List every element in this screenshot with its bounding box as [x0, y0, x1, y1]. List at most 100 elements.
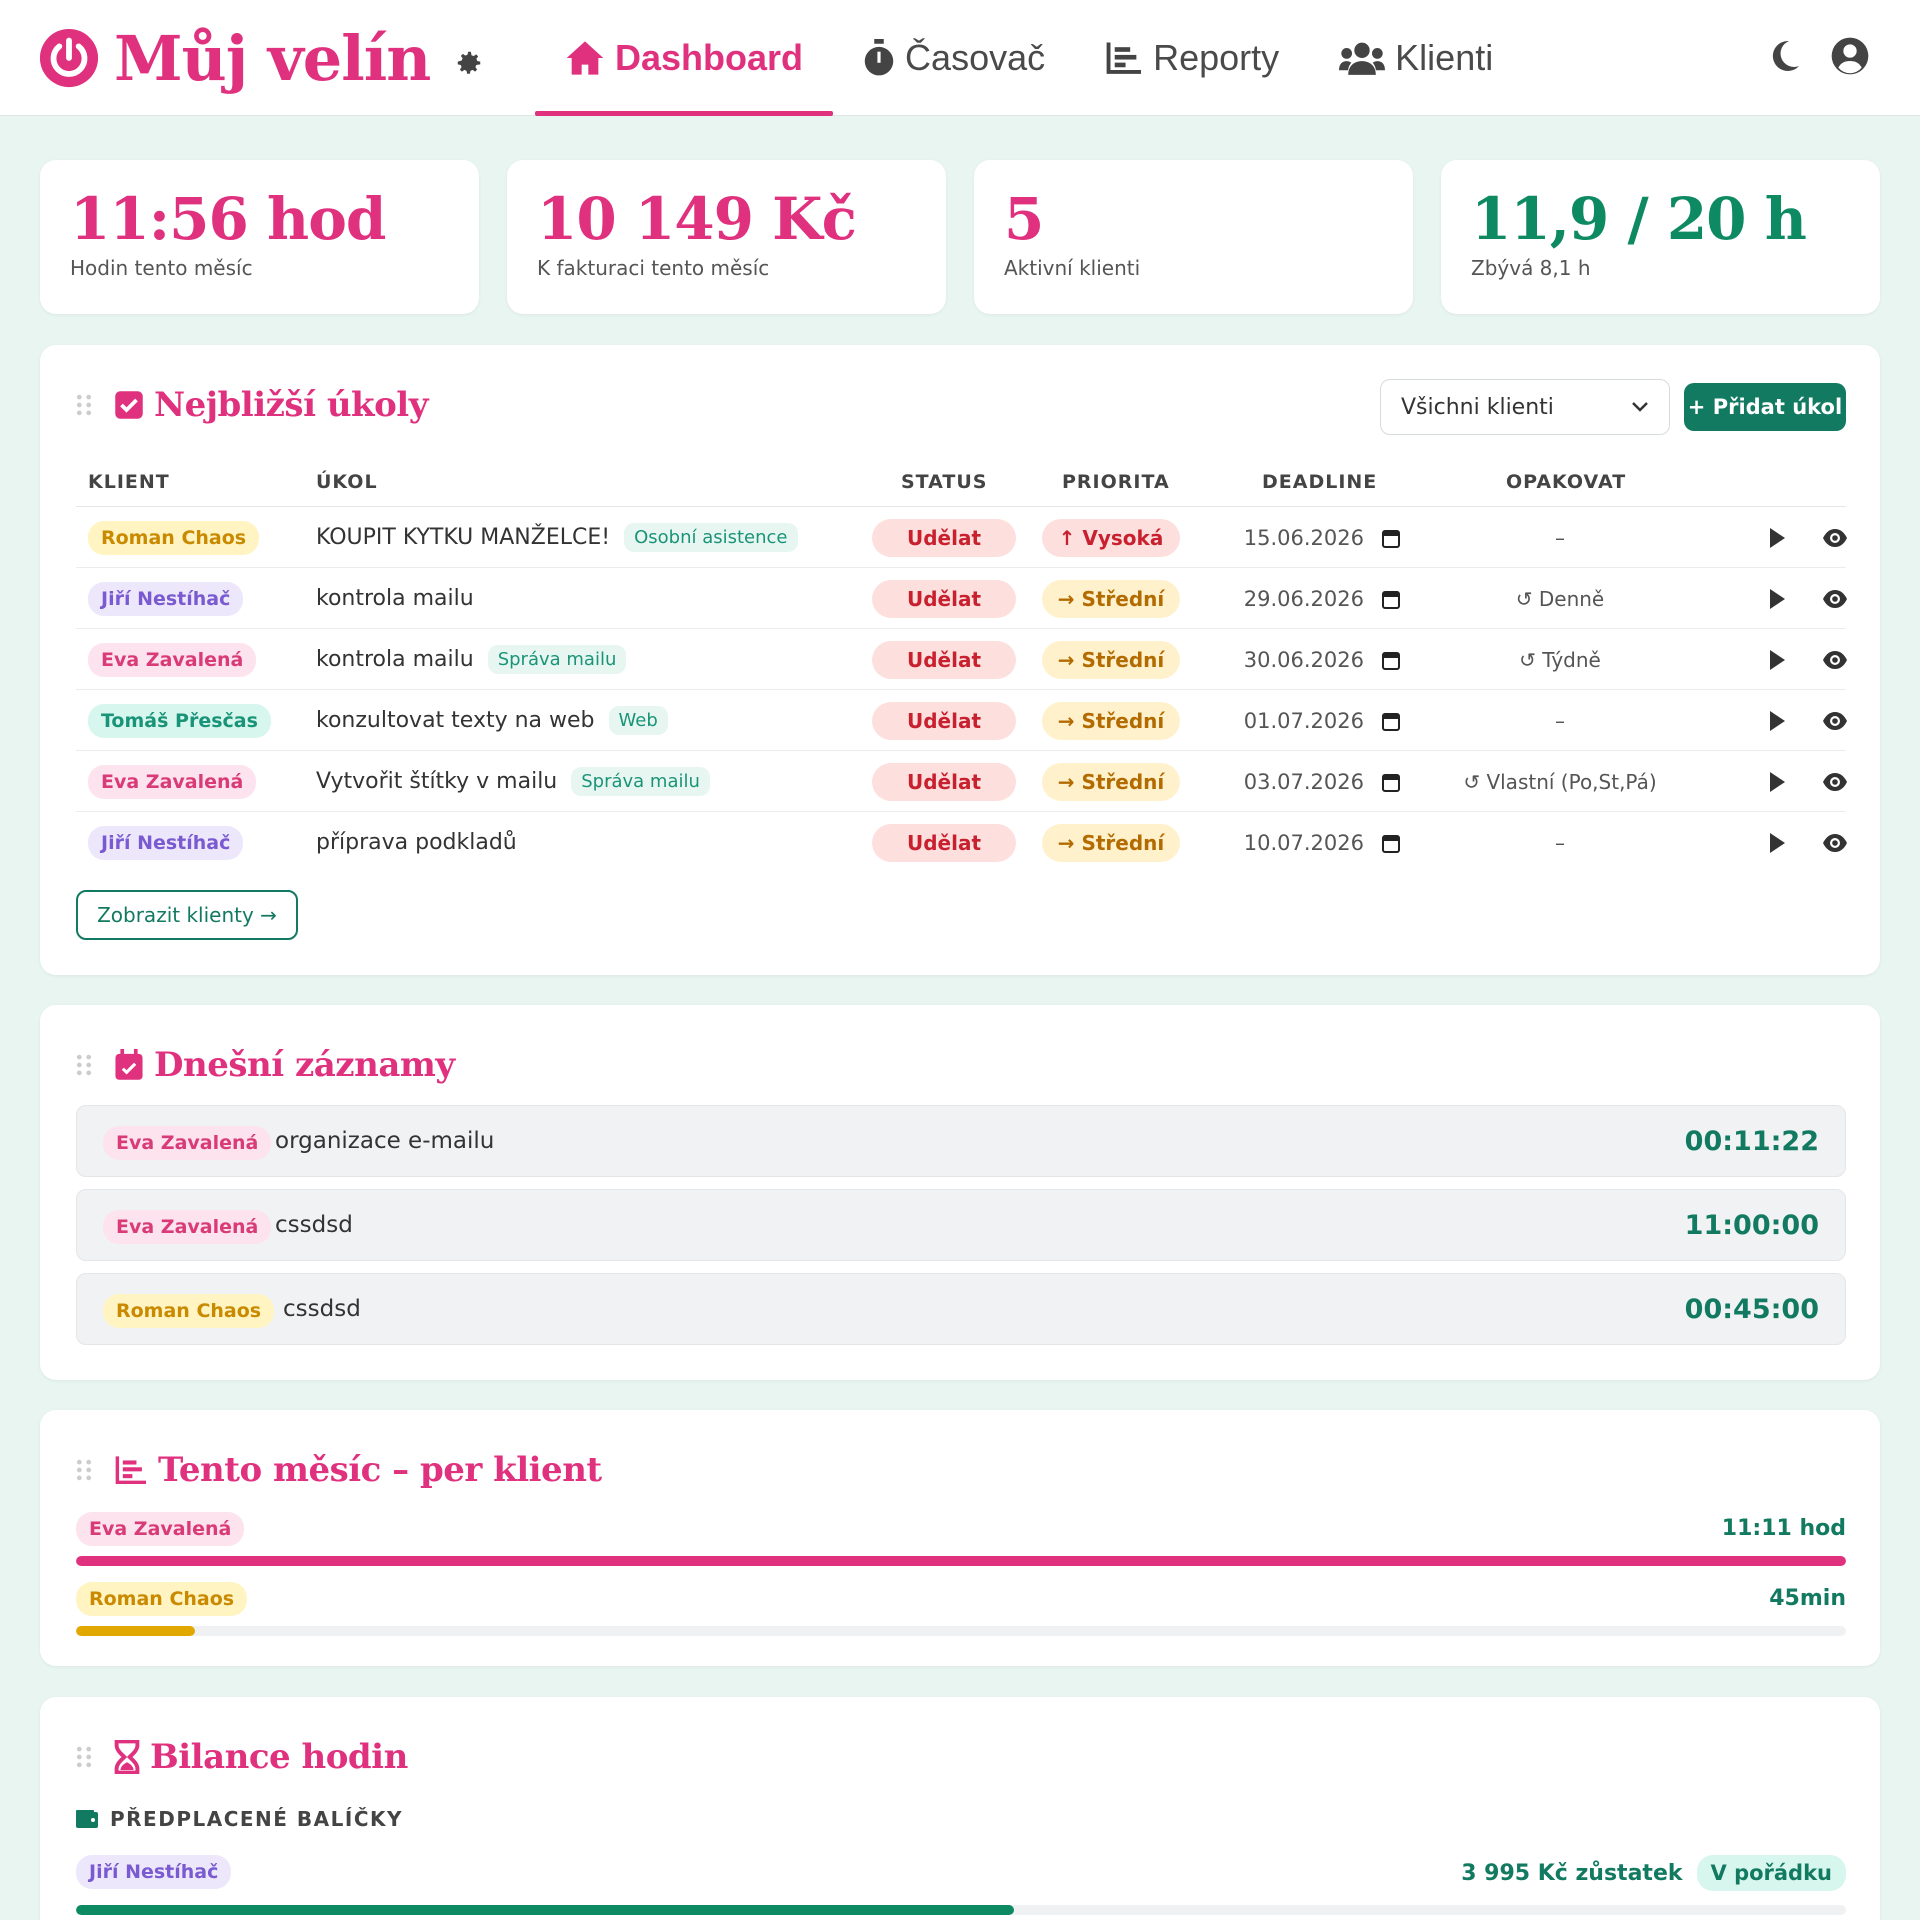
- entry-description: cssdsd: [275, 1212, 353, 1238]
- calendar-icon[interactable]: [1382, 711, 1400, 731]
- progress-fill: [76, 1905, 1015, 1915]
- wallet-icon: [76, 1810, 98, 1828]
- priority-badge[interactable]: → Střední: [1042, 579, 1180, 618]
- task-cell: kontrola mailu: [316, 568, 474, 629]
- task-name[interactable]: Vytvořit štítky v mailu: [316, 769, 557, 794]
- table-row[interactable]: Eva Zavalená Vytvořit štítky v mailu Správ…: [76, 751, 1848, 812]
- drag-handle-icon[interactable]: [76, 1459, 92, 1481]
- task-name[interactable]: konzultovat texty na web: [316, 708, 595, 733]
- time-entry[interactable]: Eva Zavalená organizace e-mailu 00:11:22: [76, 1105, 1846, 1177]
- table-row[interactable]: Eva Zavalená kontrola mailu Správa mailu Ud…: [76, 629, 1848, 690]
- task-name[interactable]: kontrola mailu: [316, 647, 474, 672]
- play-icon[interactable]: [1768, 710, 1786, 732]
- add-task-button[interactable]: + Přidat úkol: [1684, 383, 1846, 431]
- calendar-icon[interactable]: [1382, 650, 1400, 670]
- deadline-date: 29.06.2026: [1243, 586, 1364, 611]
- drag-handle-icon[interactable]: [76, 394, 92, 416]
- repeat-text: ↺ Týdně: [1519, 647, 1601, 672]
- table-row[interactable]: Jiří Nestíhač kontrola mailu Udělat → Střed…: [76, 568, 1848, 629]
- drag-handle-icon[interactable]: [76, 1746, 92, 1768]
- panel-title: Nejbližší úkoly: [154, 385, 428, 425]
- status-badge: V pořádku: [1696, 1855, 1846, 1891]
- calendar-icon[interactable]: [1382, 528, 1400, 548]
- month-panel: Tento měsíc – per klient Eva Zavalená 11:…: [40, 1410, 1880, 1666]
- progress-track: [76, 1556, 1846, 1566]
- play-icon[interactable]: [1768, 832, 1786, 854]
- client-badge[interactable]: Jiří Nestíhač: [88, 825, 244, 860]
- client-badge[interactable]: Jiří Nestíhač: [88, 581, 244, 616]
- priority-cell: → Střední: [1042, 568, 1180, 629]
- priority-cell: → Střední: [1042, 812, 1180, 873]
- priority-badge[interactable]: ↑ Vysoká: [1042, 518, 1180, 557]
- brand[interactable]: Můj velín: [38, 22, 484, 95]
- panel-header: Dnešní záznamy: [76, 1043, 455, 1087]
- status-badge[interactable]: Udělat: [872, 579, 1016, 618]
- drag-handle-icon[interactable]: [76, 1054, 92, 1076]
- client-badge[interactable]: Eva Zavalená: [88, 642, 257, 677]
- status-badge[interactable]: Udělat: [872, 701, 1016, 740]
- time-entry[interactable]: Roman Chaos cssdsd 00:45:00: [76, 1273, 1846, 1345]
- priority-badge[interactable]: → Střední: [1042, 762, 1180, 801]
- nav-clients[interactable]: Klienti: [1309, 0, 1523, 116]
- task-name[interactable]: KOUPIT KYTKU MANŽELCE!: [316, 525, 610, 550]
- deadline-date: 03.07.2026: [1243, 769, 1364, 794]
- client-filter-select[interactable]: Všichni klienti: [1380, 379, 1670, 435]
- client-badge: Roman Chaos: [76, 1582, 248, 1616]
- status-cell: Udělat: [872, 568, 1016, 629]
- power-icon: [39, 28, 99, 88]
- eye-icon[interactable]: [1822, 711, 1848, 731]
- status-badge[interactable]: Udělat: [872, 823, 1016, 862]
- gear-icon[interactable]: [454, 48, 484, 78]
- eye-icon[interactable]: [1822, 833, 1848, 853]
- task-name[interactable]: příprava podkladů: [316, 830, 517, 855]
- table-row[interactable]: Roman Chaos KOUPIT KYTKU MANŽELCE! Osobní …: [76, 507, 1848, 568]
- client-badge: Eva Zavalená: [103, 1126, 272, 1160]
- status-badge[interactable]: Udělat: [872, 518, 1016, 557]
- nav-dashboard[interactable]: Dashboard: [535, 0, 834, 116]
- home-icon: [566, 41, 604, 75]
- eye-icon[interactable]: [1822, 650, 1848, 670]
- play-icon[interactable]: [1768, 771, 1786, 793]
- task-cell: Vytvořit štítky v mailu Správa mailu: [316, 751, 710, 812]
- task-tag: Správa mailu: [571, 767, 710, 796]
- entry-duration: 00:11:22: [1684, 1126, 1819, 1157]
- deadline-date: 30.06.2026: [1243, 647, 1364, 672]
- dark-mode-toggle[interactable]: [1764, 36, 1804, 76]
- calendar-icon[interactable]: [1382, 833, 1400, 853]
- priority-badge[interactable]: → Střední: [1042, 701, 1180, 740]
- show-clients-button[interactable]: Zobrazit klienty →: [76, 890, 298, 940]
- stat-card-hours: 11:56 hod Hodin tento měsíc: [40, 160, 479, 314]
- eye-icon[interactable]: [1822, 772, 1848, 792]
- status-badge[interactable]: Udělat: [872, 640, 1016, 679]
- repeat-cell: –: [1430, 507, 1690, 568]
- table-row[interactable]: Tomáš Přesčas konzultovat texty na web Web…: [76, 690, 1848, 751]
- priority-badge[interactable]: → Střední: [1042, 640, 1180, 679]
- eye-icon[interactable]: [1822, 589, 1848, 609]
- calendar-icon[interactable]: [1382, 589, 1400, 609]
- balance-panel: Bilance hodin PŘEDPLACENÉ BALÍČKY Jiří N…: [40, 1697, 1880, 1920]
- calendar-icon[interactable]: [1382, 772, 1400, 792]
- deadline-cell: 03.07.2026: [1200, 751, 1400, 812]
- panel-header: Bilance hodin: [76, 1735, 408, 1779]
- client-badge[interactable]: Eva Zavalená: [88, 764, 257, 799]
- client-badge[interactable]: Tomáš Přesčas: [88, 703, 271, 738]
- nav-timer[interactable]: Časovač: [833, 0, 1075, 116]
- moon-icon: [1772, 40, 1799, 71]
- play-icon[interactable]: [1768, 588, 1786, 610]
- play-icon[interactable]: [1768, 527, 1786, 549]
- time-entry[interactable]: Eva Zavalená cssdsd 11:00:00: [76, 1189, 1846, 1261]
- client-hours-row: Eva Zavalená 11:11 hod: [76, 1512, 1846, 1572]
- table-row[interactable]: Jiří Nestíhač příprava podkladů Udělat → St…: [76, 812, 1848, 873]
- status-badge[interactable]: Udělat: [872, 762, 1016, 801]
- deadline-date: 10.07.2026: [1243, 830, 1364, 855]
- eye-icon[interactable]: [1822, 528, 1848, 548]
- progress-track: [76, 1626, 1846, 1636]
- col-priority: PRIORITA: [1062, 471, 1170, 493]
- user-menu[interactable]: [1830, 36, 1870, 76]
- nav-reports[interactable]: Reporty: [1075, 0, 1309, 116]
- col-repeat: OPAKOVAT: [1506, 471, 1627, 493]
- task-name[interactable]: kontrola mailu: [316, 586, 474, 611]
- play-icon[interactable]: [1768, 649, 1786, 671]
- client-badge[interactable]: Roman Chaos: [88, 520, 260, 555]
- priority-badge[interactable]: → Střední: [1042, 823, 1180, 862]
